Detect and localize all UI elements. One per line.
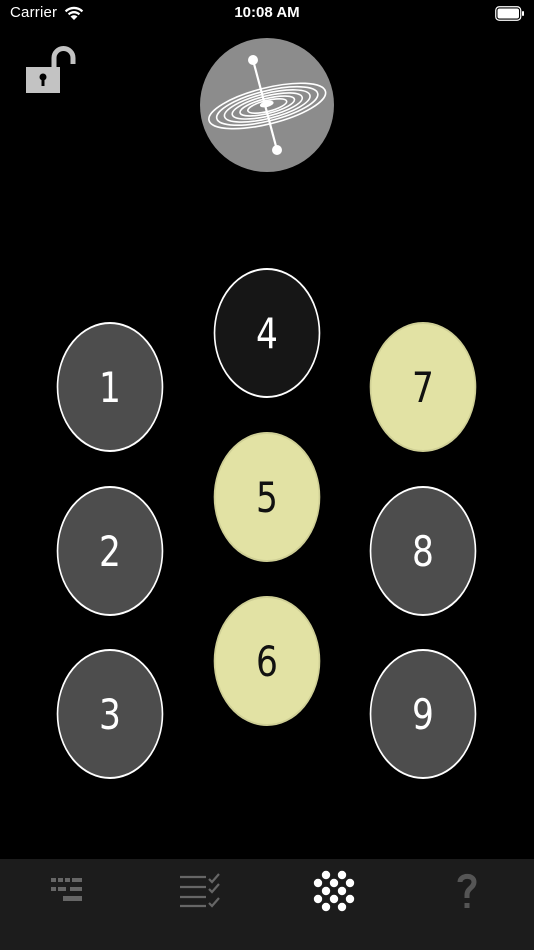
- bars-icon: [51, 878, 82, 901]
- checklist-icon: [180, 873, 220, 908]
- number-label: 5: [256, 472, 278, 522]
- number-button-6[interactable]: 6: [213, 596, 321, 726]
- unlocked-padlock-icon: [26, 46, 76, 93]
- battery-icon: [495, 6, 524, 21]
- number-button-4[interactable]: 4: [213, 268, 321, 398]
- number-label: 2: [99, 526, 121, 576]
- number-button-8[interactable]: 8: [369, 486, 477, 616]
- tab-bars[interactable]: [27, 869, 107, 919]
- number-button-2[interactable]: 2: [56, 486, 164, 616]
- number-label: 9: [412, 689, 434, 739]
- lock-toggle-button[interactable]: [24, 44, 76, 96]
- number-button-3[interactable]: 3: [56, 649, 164, 779]
- number-button-1[interactable]: 1: [56, 322, 164, 452]
- clock: 10:08 AM: [234, 4, 300, 21]
- number-button-9[interactable]: 9: [369, 649, 477, 779]
- question-icon: [457, 873, 477, 908]
- number-label: 8: [412, 526, 434, 576]
- number-label: 4: [256, 308, 278, 358]
- tab-checklist[interactable]: [160, 869, 240, 919]
- dot-grid-icon: [313, 870, 355, 912]
- tab-grid[interactable]: [294, 869, 374, 919]
- app-logo: [200, 38, 334, 172]
- number-label: 3: [99, 689, 121, 739]
- tab-bar: [0, 859, 534, 950]
- number-label: 6: [256, 636, 278, 686]
- number-label: 1: [99, 362, 121, 412]
- tab-help[interactable]: [427, 869, 507, 919]
- galaxy-spin-icon: [208, 55, 327, 155]
- number-button-5[interactable]: 5: [213, 432, 321, 562]
- number-label: 7: [412, 362, 434, 412]
- status-bar: Carrier 10:08 AM: [0, 0, 534, 30]
- number-button-7[interactable]: 7: [369, 322, 477, 452]
